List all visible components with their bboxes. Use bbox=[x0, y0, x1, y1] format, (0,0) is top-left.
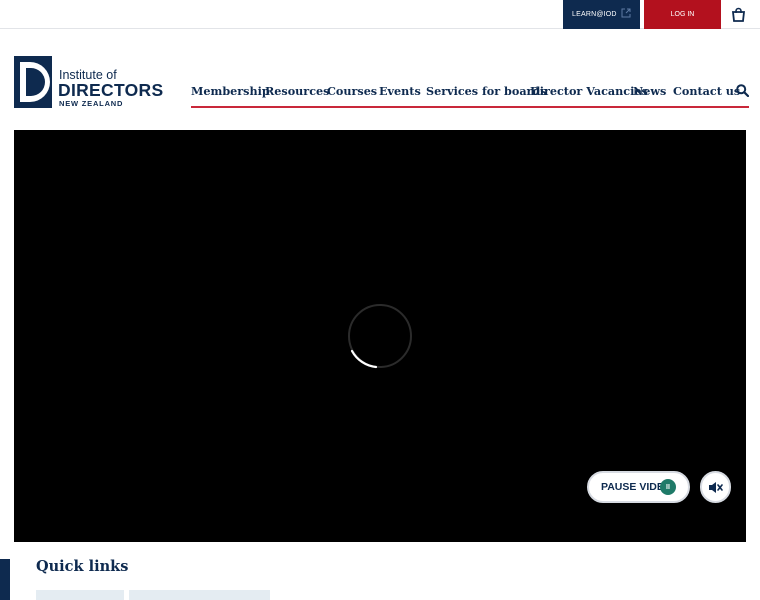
nav-item-events[interactable]: Events bbox=[379, 84, 421, 98]
nav-item-membership[interactable]: Membership bbox=[191, 84, 270, 98]
quick-link-tile[interactable] bbox=[129, 590, 270, 600]
nav-item-contact-us[interactable]: Contact us bbox=[673, 84, 740, 98]
logo-d-mark-icon bbox=[14, 56, 52, 108]
side-feedback-tab[interactable] bbox=[0, 559, 10, 600]
mute-icon bbox=[709, 481, 723, 493]
pause-video-button[interactable]: PAUSE VIDEO II bbox=[587, 471, 690, 503]
log-in-label: LOG IN bbox=[670, 11, 695, 18]
nav-item-news[interactable]: News bbox=[633, 84, 666, 98]
external-link-icon bbox=[621, 8, 631, 18]
pause-icon: II bbox=[660, 479, 676, 495]
search-icon[interactable] bbox=[736, 84, 749, 97]
learn-at-iod-label: LEARN@IOD bbox=[572, 11, 617, 18]
top-utility-bar: LEARN@IOD LOG IN bbox=[0, 0, 760, 29]
quick-link-tile[interactable] bbox=[36, 590, 124, 600]
nav-item-courses[interactable]: Courses bbox=[327, 84, 377, 98]
nav-item-director-vacancies[interactable]: Director Vacancies bbox=[530, 84, 648, 98]
learn-at-iod-button[interactable]: LEARN@IOD bbox=[563, 0, 640, 29]
logo-text-new-zealand: NEW ZEALAND bbox=[59, 99, 124, 108]
mute-button[interactable] bbox=[700, 471, 731, 503]
nav-item-resources[interactable]: Resources bbox=[265, 84, 329, 98]
shopping-bag-icon[interactable] bbox=[731, 7, 746, 22]
main-navigation: Membership Resources Courses Events Serv… bbox=[191, 80, 749, 108]
log-in-button[interactable]: LOG IN bbox=[644, 0, 721, 29]
logo-text-directors: DIRECTORS bbox=[58, 80, 164, 100]
quick-links-heading: Quick links bbox=[36, 558, 129, 575]
hero-video[interactable]: PAUSE VIDEO II bbox=[14, 130, 746, 542]
loading-spinner-icon bbox=[348, 304, 412, 369]
iod-logo[interactable]: Institute of DIRECTORS NEW ZEALAND bbox=[14, 56, 163, 108]
nav-item-services-for-boards[interactable]: Services for boards bbox=[426, 84, 547, 98]
